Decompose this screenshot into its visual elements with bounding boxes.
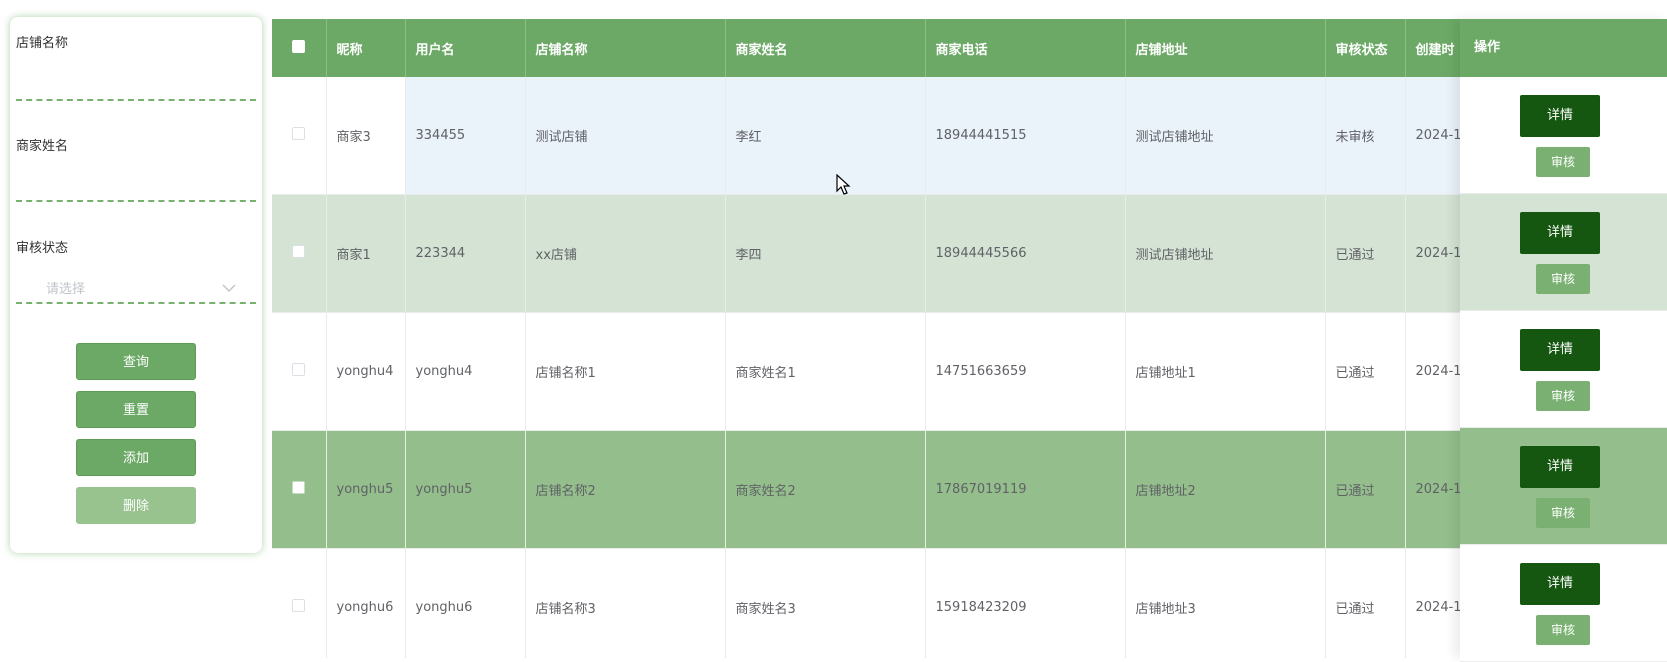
cell-phone: 18944441515 [925,77,1126,195]
row-checkbox[interactable] [292,481,306,494]
detail-button[interactable]: 详情 [1520,329,1600,371]
merchant-name-label: 商家姓名 [16,139,69,154]
row-checkbox-cell[interactable] [272,77,327,195]
cell-shop-name: 测试店铺 [525,77,726,195]
table-row[interactable]: 商家3 334455 测试店铺 李红 18944441515 测试店铺地址 未审… [272,77,1667,195]
cell-shop-name: 店铺名称1 [525,312,726,431]
add-button[interactable]: 添加 [76,439,196,476]
header-username[interactable]: 用户名 [405,19,526,77]
cell-status: 已通过 [1325,312,1406,431]
cell-merchant-name: 李四 [725,194,926,313]
audit-button[interactable]: 审核 [1536,615,1590,645]
cell-address: 店铺地址2 [1125,430,1326,549]
cell-address: 店铺地址1 [1125,312,1326,431]
actions-cell: 详情 审核 [1460,194,1667,311]
table-row[interactable]: yonghu5 yonghu5 店铺名称2 商家姓名2 17867019119 … [272,430,1667,549]
cell-address: 店铺地址3 [1125,548,1326,658]
cell-username: 223344 [405,194,526,313]
cell-shop-name: xx店铺 [525,194,726,313]
cell-merchant-name: 李红 [725,77,926,195]
detail-button[interactable]: 详情 [1520,446,1600,488]
cell-status: 未审核 [1325,77,1406,195]
actions-cell: 详情 审核 [1460,77,1667,194]
cell-username: yonghu5 [405,430,526,549]
header-status[interactable]: 审核状态 [1325,19,1406,77]
row-checkbox[interactable] [292,363,306,376]
header-merchant-name[interactable]: 商家姓名 [725,19,926,77]
header-phone[interactable]: 商家电话 [925,19,1126,77]
row-checkbox[interactable] [292,245,306,258]
actions-cell: 详情 审核 [1460,428,1667,545]
cell-address: 测试店铺地址 [1125,194,1326,313]
shop-name-label: 店铺名称 [16,36,69,51]
delete-button[interactable]: 删除 [76,487,196,524]
audit-status-underline [16,284,256,304]
cell-status: 已通过 [1325,194,1406,313]
cell-nickname: 商家3 [326,77,406,195]
header-actions: 操作 [1460,19,1667,77]
actions-cell: 详情 审核 [1460,311,1667,428]
table-row[interactable]: yonghu4 yonghu4 店铺名称1 商家姓名1 14751663659 … [272,312,1667,431]
search-panel: 店铺名称 商家姓名 审核状态 请选择 查询 重置 添加 删除 [10,17,262,553]
cell-nickname: yonghu5 [326,430,406,549]
cell-merchant-name: 商家姓名1 [725,312,926,431]
detail-button[interactable]: 详情 [1520,95,1600,137]
cell-address: 测试店铺地址 [1125,77,1326,195]
header-nickname[interactable]: 昵称 [326,19,406,77]
row-checkbox-cell[interactable] [272,194,327,313]
merchant-name-input[interactable] [16,182,256,202]
cell-username: yonghu6 [405,548,526,658]
cell-nickname: 商家1 [326,194,406,313]
cell-nickname: yonghu4 [326,312,406,431]
row-checkbox[interactable] [292,599,306,612]
audit-button[interactable]: 审核 [1536,264,1590,294]
audit-button[interactable]: 审核 [1536,147,1590,177]
actions-cell: 详情 审核 [1460,545,1667,662]
detail-button[interactable]: 详情 [1520,563,1600,605]
query-button[interactable]: 查询 [76,343,196,380]
cell-phone: 18944445566 [925,194,1126,313]
cell-status: 已通过 [1325,548,1406,658]
merchant-table: 昵称 用户名 店铺名称 商家姓名 商家电话 店铺地址 审核状态 创建时 商家3 … [272,19,1667,658]
header-address[interactable]: 店铺地址 [1125,19,1326,77]
cell-nickname: yonghu6 [326,548,406,658]
row-checkbox[interactable] [292,127,306,140]
actions-column: 操作 详情 审核 详情 审核 详情 审核 详情 审核 详情 审核 [1460,19,1667,662]
cell-status: 已通过 [1325,430,1406,549]
table-row[interactable]: 商家1 223344 xx店铺 李四 18944445566 测试店铺地址 已通… [272,194,1667,313]
table-row[interactable]: yonghu6 yonghu6 店铺名称3 商家姓名3 15918423209 … [272,548,1667,658]
cell-merchant-name: 商家姓名3 [725,548,926,658]
select-all-cell[interactable] [272,19,327,77]
cell-phone: 15918423209 [925,548,1126,658]
detail-button[interactable]: 详情 [1520,212,1600,254]
row-checkbox-cell[interactable] [272,312,327,431]
header-shop-name[interactable]: 店铺名称 [525,19,726,77]
audit-status-label: 审核状态 [16,241,69,256]
row-checkbox-cell[interactable] [272,430,327,549]
cell-username: 334455 [405,77,526,195]
audit-button[interactable]: 审核 [1536,381,1590,411]
cell-username: yonghu4 [405,312,526,431]
cell-shop-name: 店铺名称3 [525,548,726,658]
audit-button[interactable]: 审核 [1536,498,1590,528]
cell-merchant-name: 商家姓名2 [725,430,926,549]
cell-phone: 17867019119 [925,430,1126,549]
reset-button[interactable]: 重置 [76,391,196,428]
table-header-row: 昵称 用户名 店铺名称 商家姓名 商家电话 店铺地址 审核状态 创建时 [272,19,1667,77]
select-all-checkbox[interactable] [292,39,306,53]
cell-shop-name: 店铺名称2 [525,430,726,549]
row-checkbox-cell[interactable] [272,548,327,658]
cell-phone: 14751663659 [925,312,1126,431]
shop-name-input[interactable] [16,81,256,101]
mouse-cursor-icon [836,174,851,195]
